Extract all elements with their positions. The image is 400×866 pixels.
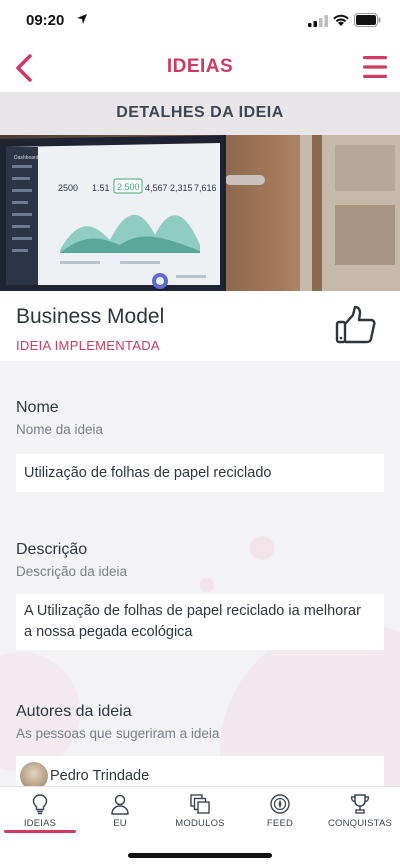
hero-metric: 4,567 — [145, 183, 168, 193]
tab-conquistas[interactable]: CONQUISTAS — [320, 787, 400, 835]
status-bar: 09:20 — [0, 0, 400, 44]
page-title: IDEIAS — [166, 56, 234, 77]
hero-metric: 1.51 — [92, 183, 110, 193]
lightbulb-icon — [32, 794, 48, 815]
hero-metric: 2.500 — [117, 182, 140, 192]
idea-status-label: IDEIA IMPLEMENTADA — [16, 338, 160, 353]
decorative-circle — [250, 536, 274, 560]
hero-metric: 2500 — [58, 183, 78, 193]
wifi-icon — [333, 14, 349, 26]
name-label: Nome — [16, 399, 59, 416]
nav-bar: IDEIAS — [0, 44, 400, 92]
status-time: 09:20 — [26, 12, 65, 29]
thumbs-up-icon[interactable] — [334, 303, 378, 347]
home-indicator — [128, 853, 272, 858]
authors-sublabel: As pessoas que sugeriram a ideia — [16, 726, 220, 741]
tab-label: FEED — [266, 818, 294, 829]
tab-modulos[interactable]: MODULOS — [160, 787, 240, 835]
tab-label: CONQUISTAS — [327, 818, 393, 829]
tab-label: EU — [113, 818, 127, 829]
idea-heading: Business Model IDEIA IMPLEMENTADA — [0, 291, 400, 361]
tab-label: IDEIAS — [23, 818, 57, 829]
hero-metric: 7,616 — [194, 183, 217, 193]
modules-icon — [190, 794, 210, 814]
author-name: Pedro Trindade — [50, 768, 150, 784]
tab-ideias[interactable]: IDEIAS — [0, 787, 80, 835]
hero-metric: 2,315 — [170, 183, 193, 193]
description-sublabel: Descrição da ideia — [16, 564, 128, 579]
tab-feed[interactable]: FEED — [240, 787, 320, 835]
location-arrow-icon — [77, 14, 87, 24]
user-icon — [111, 794, 129, 815]
idea-title: Business Model — [16, 305, 165, 328]
description-label: Descrição — [16, 541, 88, 558]
tab-eu[interactable]: EU — [80, 787, 160, 835]
battery-icon — [354, 13, 381, 27]
active-tab-indicator — [4, 830, 76, 833]
name-field: Utilização de folhas de papel reciclado — [16, 454, 384, 492]
hamburger-menu-icon[interactable] — [362, 54, 388, 80]
idea-details-content[interactable]: DETALHES DA IDEIA Dashboard 2500 1.51 2.… — [0, 92, 400, 786]
trophy-icon — [350, 794, 370, 814]
name-sublabel: Nome da ideia — [16, 422, 104, 437]
feed-icon — [270, 794, 290, 814]
description-field: A Utilização de folhas de papel reciclad… — [16, 594, 384, 650]
avatar — [20, 762, 48, 786]
hero-dashboard-title: Dashboard — [14, 155, 39, 161]
decorative-circle — [200, 578, 214, 592]
laptop-dashboard-illustration: Dashboard 2500 1.51 2.500 4,567 2,315 7,… — [0, 135, 400, 291]
authors-label: Autores da ideia — [16, 703, 132, 720]
idea-hero-image: Dashboard 2500 1.51 2.500 4,567 2,315 7,… — [0, 135, 400, 291]
cellular-signal-icon — [308, 15, 328, 27]
tab-label: MODULOS — [175, 818, 225, 829]
section-header: DETALHES DA IDEIA — [0, 92, 400, 135]
